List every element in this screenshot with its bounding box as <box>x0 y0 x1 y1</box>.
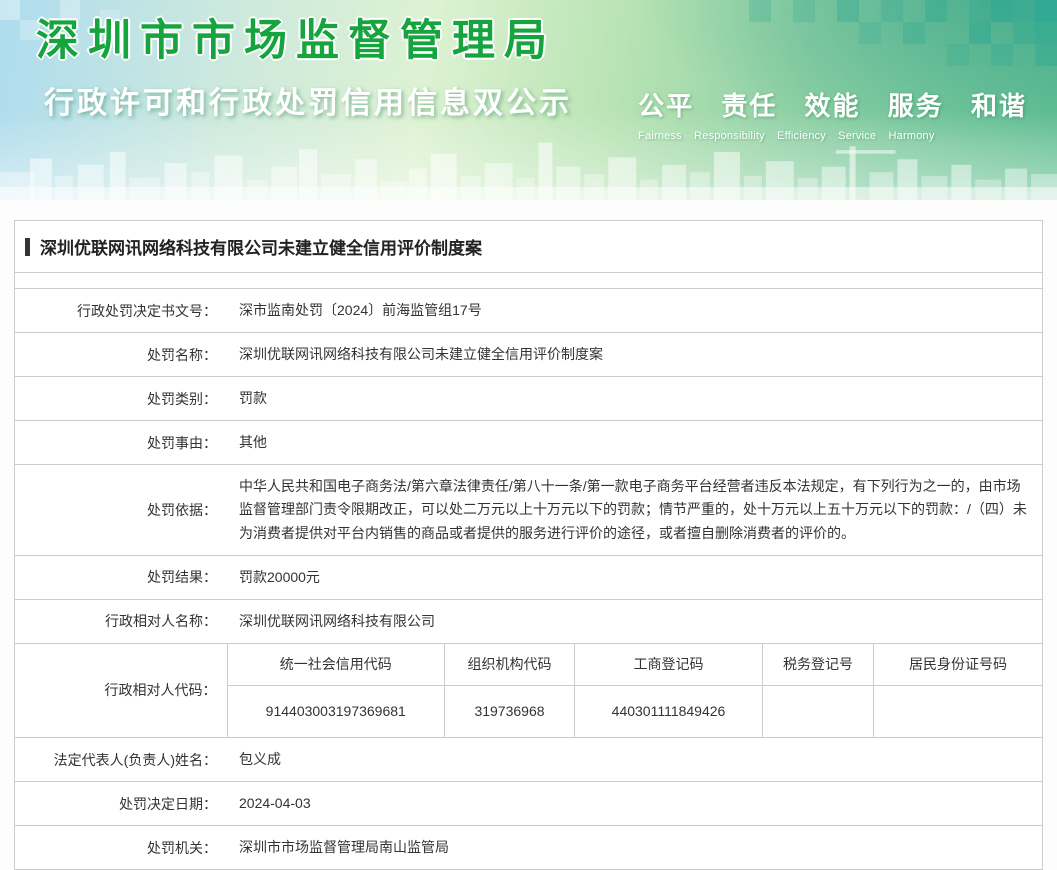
code-col-header: 统一社会信用代码 <box>228 644 445 686</box>
code-value <box>763 685 874 737</box>
org-title: 深圳市市场监督管理局 <box>36 6 556 68</box>
slogan-english: Fairness Responsibility Efficiency Servi… <box>638 130 1027 142</box>
codes-header-row: 统一社会信用代码 组织机构代码 工商登记码 税务登记号 居民身份证号码 <box>228 644 1043 686</box>
row-label: 处罚机关： <box>15 826 227 870</box>
row-label: 处罚名称： <box>15 333 227 377</box>
code-value: 440301111849426 <box>575 685 763 737</box>
penalty-info-table: 行政处罚决定书文号： 深市监南处罚〔2024〕前海监管组17号 处罚名称： 深圳… <box>15 288 1042 869</box>
site-header: 深圳市市场监督管理局 行政许可和行政处罚信用信息双公示 公平 责任 效能 服务 … <box>0 0 1057 200</box>
code-col-header: 工商登记码 <box>575 644 763 686</box>
table-row: 处罚依据： 中华人民共和国电子商务法/第六章法律责任/第八十一条/第一款电子商务… <box>15 465 1042 555</box>
table-row: 处罚名称： 深圳优联网讯网络科技有限公司未建立健全信用评价制度案 <box>15 333 1042 377</box>
row-label: 行政相对人名称： <box>15 599 227 643</box>
table-row: 处罚决定日期： 2024-04-03 <box>15 782 1042 826</box>
codes-cell: 统一社会信用代码 组织机构代码 工商登记码 税务登记号 居民身份证号码 9144… <box>227 643 1042 737</box>
page-title: 深圳优联网讯网络科技有限公司未建立健全信用评价制度案 <box>40 234 482 259</box>
table-row: 处罚机关： 深圳市市场监督管理局南山监管局 <box>15 826 1042 870</box>
page-title-row: 深圳优联网讯网络科技有限公司未建立健全信用评价制度案 <box>15 221 1042 273</box>
table-row: 处罚结果： 罚款20000元 <box>15 555 1042 599</box>
row-value: 中华人民共和国电子商务法/第六章法律责任/第八十一条/第一款电子商务平台经营者违… <box>227 465 1042 555</box>
row-value: 深圳市市场监督管理局南山监管局 <box>227 826 1042 870</box>
row-label: 处罚事由： <box>15 421 227 465</box>
table-row: 法定代表人(负责人)姓名： 包义成 <box>15 738 1042 782</box>
codes-table: 统一社会信用代码 组织机构代码 工商登记码 税务登记号 居民身份证号码 9144… <box>228 644 1043 737</box>
row-value: 深圳优联网讯网络科技有限公司未建立健全信用评价制度案 <box>227 333 1042 377</box>
row-label: 处罚依据： <box>15 465 227 555</box>
spacer <box>15 273 1042 288</box>
table-row: 处罚类别： 罚款 <box>15 377 1042 421</box>
row-value: 罚款 <box>227 377 1042 421</box>
title-bullet-icon <box>25 238 30 256</box>
table-row: 处罚事由： 其他 <box>15 421 1042 465</box>
row-value: 其他 <box>227 421 1042 465</box>
row-value: 2024-04-03 <box>227 782 1042 826</box>
row-label: 行政相对人代码： <box>15 643 227 737</box>
row-value: 包义成 <box>227 738 1042 782</box>
code-col-header: 组织机构代码 <box>445 644 575 686</box>
row-label: 法定代表人(负责人)姓名： <box>15 738 227 782</box>
code-value: 319736968 <box>445 685 575 737</box>
code-col-header: 居民身份证号码 <box>874 644 1043 686</box>
slogan-box: 公平 责任 效能 服务 和谐 Fairness Responsibility E… <box>638 86 1027 142</box>
row-label: 处罚类别： <box>15 377 227 421</box>
slogan-chinese: 公平 责任 效能 服务 和谐 <box>638 86 1027 123</box>
code-value: 914403003197369681 <box>228 685 445 737</box>
row-label: 处罚决定日期： <box>15 782 227 826</box>
table-row: 行政相对人名称： 深圳优联网讯网络科技有限公司 <box>15 599 1042 643</box>
header-subtitle: 行政许可和行政处罚信用信息双公示 <box>44 78 572 122</box>
code-col-header: 税务登记号 <box>763 644 874 686</box>
content-panel: 深圳优联网讯网络科技有限公司未建立健全信用评价制度案 行政处罚决定书文号： 深市… <box>14 220 1043 870</box>
row-label: 处罚结果： <box>15 555 227 599</box>
codes-value-row: 914403003197369681 319736968 44030111184… <box>228 685 1043 737</box>
row-value: 深市监南处罚〔2024〕前海监管组17号 <box>227 289 1042 333</box>
table-row: 行政处罚决定书文号： 深市监南处罚〔2024〕前海监管组17号 <box>15 289 1042 333</box>
row-value: 深圳优联网讯网络科技有限公司 <box>227 599 1042 643</box>
row-label: 行政处罚决定书文号： <box>15 289 227 333</box>
mosaic-decoration <box>617 0 1057 72</box>
table-row-codes: 行政相对人代码： 统一社会信用代码 组织机构代码 工商登记码 税务登记号 <box>15 643 1042 737</box>
row-value: 罚款20000元 <box>227 555 1042 599</box>
code-value <box>874 685 1043 737</box>
